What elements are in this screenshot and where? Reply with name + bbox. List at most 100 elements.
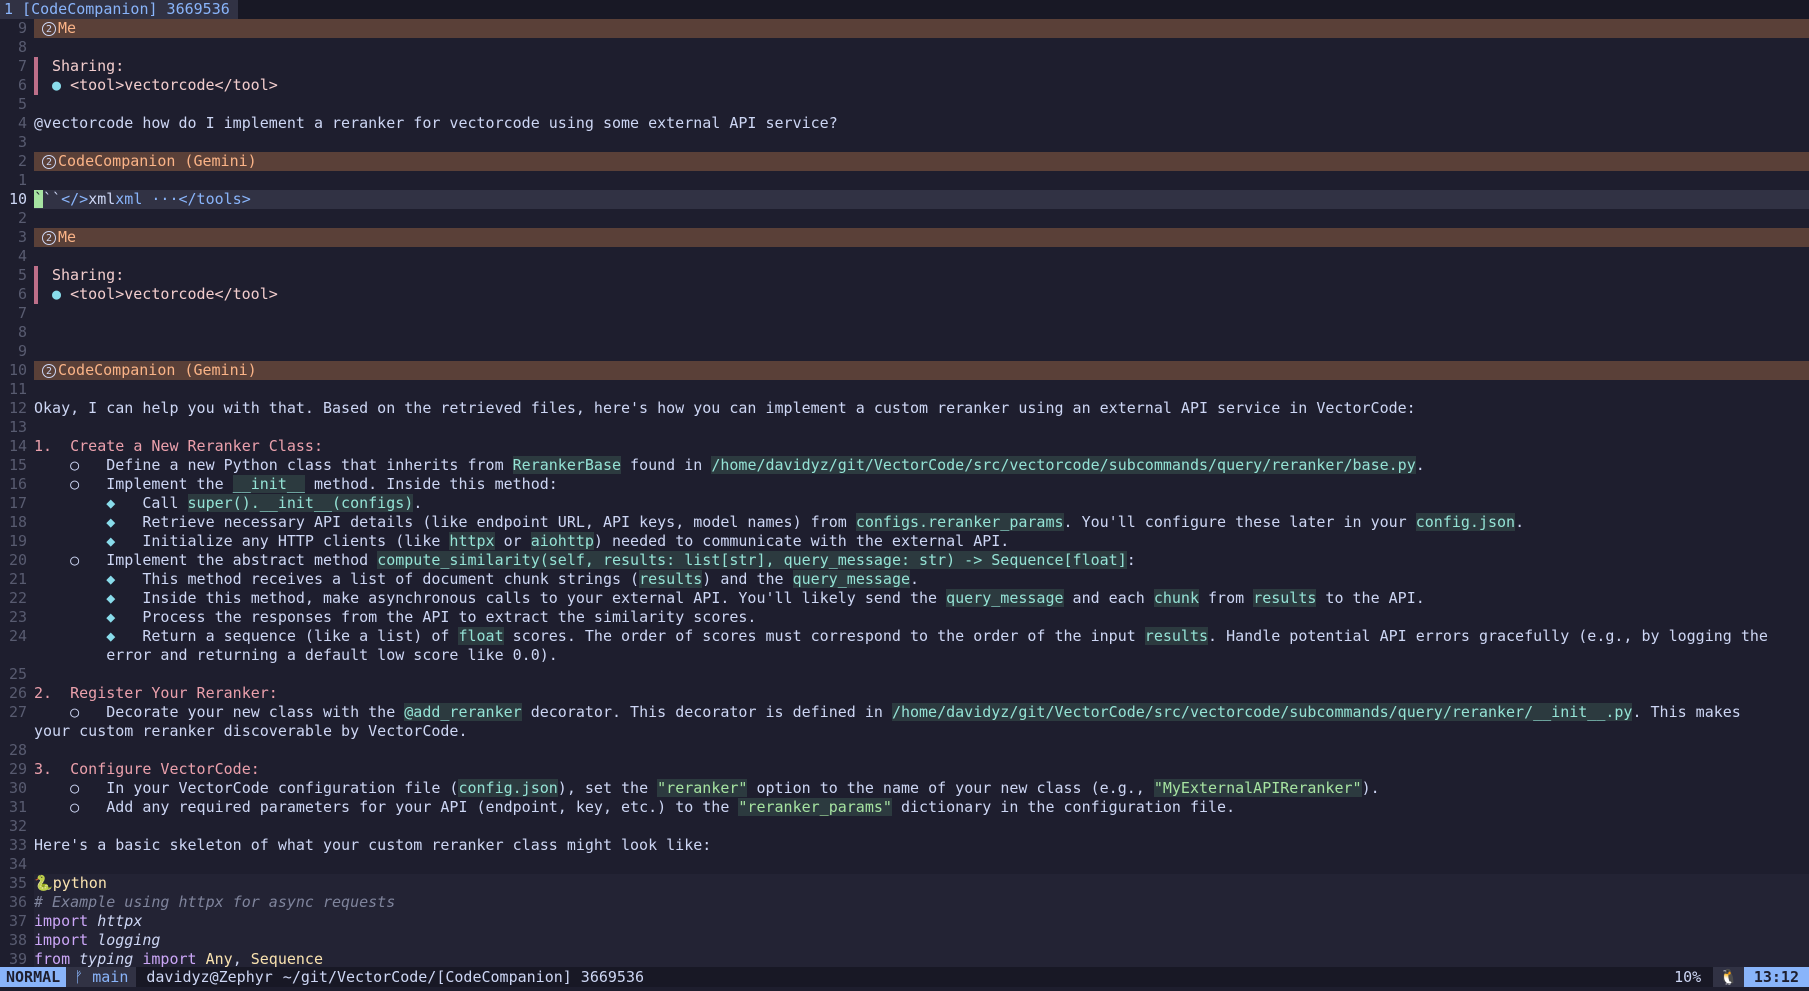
assistant-icon: 2 [42, 154, 56, 169]
line-number: 36 [8, 893, 27, 911]
buffer-line: 32 [0, 817, 1809, 836]
list-item: 20 ○ Implement the abstract method compu… [0, 551, 1809, 570]
buffer-line: 13 [0, 418, 1809, 437]
code-line: 36 # Example using httpx for async reques… [0, 893, 1809, 912]
diamond-bullet-icon: ◆ [106, 570, 116, 588]
line-number: 23 [8, 608, 27, 626]
line-number: 30 [8, 779, 27, 797]
line-number: 15 [8, 456, 27, 474]
buffer-line: 8 [0, 38, 1809, 57]
list-item: 30 ○ In your VectorCode configuration fi… [0, 779, 1809, 798]
cursor-line[interactable]: 10 ```</>xmlxml ···</tools> [0, 190, 1809, 209]
host-label: davidyz@Zephyr [146, 968, 273, 986]
list-item: 23 ◆ Process the responses from the API … [0, 608, 1809, 627]
wrapped-line: your custom reranker discoverable by Vec… [0, 722, 1809, 741]
line-number: 5 [17, 266, 27, 284]
line-number: 7 [17, 304, 27, 322]
diamond-bullet-icon: ◆ [106, 513, 116, 531]
list-item: 19 ◆ Initialize any HTTP clients (like h… [0, 532, 1809, 551]
line-number: 32 [8, 817, 27, 835]
bullet-dot-icon: ● [52, 76, 62, 94]
line-number: 9 [17, 19, 27, 37]
shared-tool-line: 6 ● <tool>vectorcode</tool> [0, 76, 1809, 95]
line-number: 5 [17, 95, 27, 113]
line-number: 10 [8, 190, 27, 208]
line-number [0, 646, 34, 665]
line-number: 34 [8, 855, 27, 873]
diamond-bullet-icon: ◆ [106, 532, 116, 550]
line-number: 7 [17, 57, 27, 75]
quote-bar [34, 266, 38, 285]
quote-bar [34, 57, 38, 76]
bullet-dot-icon: ● [52, 285, 62, 303]
line-number: 29 [8, 760, 27, 778]
line-number: 9 [17, 342, 27, 360]
list-item: 21 ◆ This method receives a list of docu… [0, 570, 1809, 589]
user-icon: 2 [42, 21, 56, 36]
file-path: ~/git/VectorCode/[CodeCompanion] 3669536 [282, 968, 645, 986]
list-item: 15 ○ Define a new Python class that inhe… [0, 456, 1809, 475]
wrapped-line: error and returning a default low score … [0, 646, 1809, 665]
circle-bullet-icon: ○ [70, 551, 80, 569]
buffer-line: 3 [0, 133, 1809, 152]
buffer-line: 7 [0, 304, 1809, 323]
assistant-icon: 2 [42, 363, 56, 378]
folded-text[interactable]: xml ···</tools> [115, 190, 250, 208]
line-number: 16 [8, 475, 27, 493]
list-heading: 29 3. Configure VectorCode: [0, 760, 1809, 779]
line-number: 4 [17, 247, 27, 265]
code-line: 38 import logging [0, 931, 1809, 950]
line-number: 11 [8, 380, 27, 398]
line-number: 26 [8, 684, 27, 702]
sharing-label-line: 7 Sharing: [0, 57, 1809, 76]
chat-buffer[interactable]: 9 2 Me 8 7 Sharing: 6 ● <tool>vectorcode</to… [0, 19, 1809, 969]
paragraph-line: 33 Here's a basic skeleton of what your c… [0, 836, 1809, 855]
chat-header-assistant: 10 2 CodeCompanion (Gemini) [0, 361, 1809, 380]
diamond-bullet-icon: ◆ [106, 608, 116, 626]
circle-bullet-icon: ○ [70, 456, 80, 474]
user-icon: 2 [42, 230, 56, 245]
line-number: 3 [17, 133, 27, 151]
line-number: 12 [8, 399, 27, 417]
line-number: 37 [8, 912, 27, 930]
line-number: 28 [8, 741, 27, 759]
list-item: 16 ○ Implement the __init__ method. Insi… [0, 475, 1809, 494]
tab-codecompanion[interactable]: 1 [CodeCompanion] 3669536 [0, 0, 238, 19]
assistant-intro: 12 Okay, I can help you with that. Based … [0, 399, 1809, 418]
buffer-line: 25 [0, 665, 1809, 684]
quote-bar [34, 76, 38, 95]
buffer-line: 34 [0, 855, 1809, 874]
line-number: 35 [8, 874, 27, 892]
buffer-line: 5 [0, 95, 1809, 114]
line-number: 6 [17, 285, 27, 303]
code-line: 37 import httpx [0, 912, 1809, 931]
buffer-line: 2 [0, 209, 1809, 228]
diamond-bullet-icon: ◆ [106, 589, 116, 607]
line-number: 8 [17, 323, 27, 341]
python-icon: 🐍 [34, 874, 53, 892]
statusline: NORMAL ᚠ main davidyz@Zephyr ~/git/Vecto… [0, 967, 1809, 987]
buffer-line: 11 [0, 380, 1809, 399]
buffer-line: 9 [0, 342, 1809, 361]
line-number [0, 722, 34, 741]
chat-header-assistant: 2 2 CodeCompanion (Gemini) [0, 152, 1809, 171]
buffer-line: 28 [0, 741, 1809, 760]
line-number: 18 [8, 513, 27, 531]
list-item: 24 ◆ Return a sequence (like a list) of … [0, 627, 1809, 646]
user-message: 4 @vectorcode how do I implement a rerank… [0, 114, 1809, 133]
sharing-label-line: 5 Sharing: [0, 266, 1809, 285]
line-number: 24 [8, 627, 27, 645]
list-item: 18 ◆ Retrieve necessary API details (lik… [0, 513, 1809, 532]
shared-tool-line: 6 ● <tool>vectorcode</tool> [0, 285, 1809, 304]
line-number: 27 [8, 703, 27, 721]
line-number: 8 [17, 38, 27, 56]
diamond-bullet-icon: ◆ [106, 627, 116, 645]
line-number: 17 [8, 494, 27, 512]
list-item: 31 ○ Add any required parameters for you… [0, 798, 1809, 817]
line-number: 33 [8, 836, 27, 854]
line-number: 4 [17, 114, 27, 132]
code-icon: </> [61, 190, 89, 208]
cursor: ` [34, 190, 44, 208]
line-number: 1 [17, 171, 27, 189]
list-item: 17 ◆ Call super().__init__(configs). [0, 494, 1809, 513]
